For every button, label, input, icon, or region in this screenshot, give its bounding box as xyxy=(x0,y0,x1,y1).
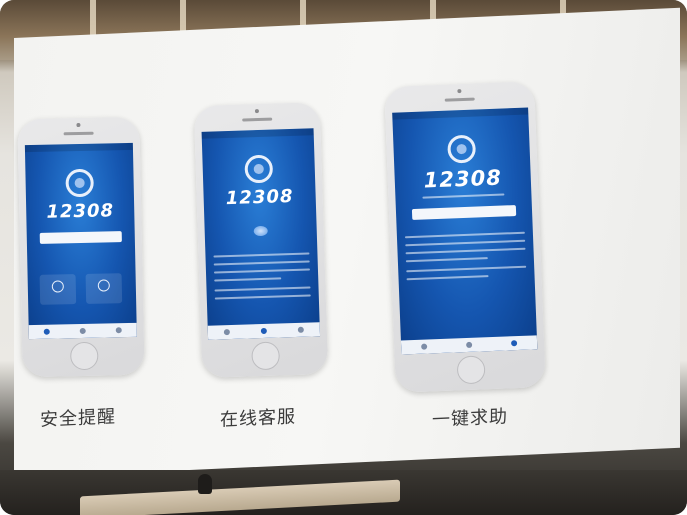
app-number: 12308 xyxy=(46,200,115,223)
phone-mockup-chat: 12308 xyxy=(193,102,329,378)
text-line xyxy=(214,294,311,300)
shield-icon xyxy=(51,280,64,293)
text-line xyxy=(214,286,311,292)
photo: 12308 12308 12308 安全提醒 在线客服 一键求助 xyxy=(0,0,687,515)
text-line xyxy=(405,247,526,255)
app-logo-icon xyxy=(447,134,477,164)
home-button xyxy=(251,341,281,371)
text-line xyxy=(213,260,310,266)
primary-button xyxy=(412,205,516,220)
text-line xyxy=(213,252,310,258)
home-button xyxy=(69,341,99,371)
phone-speaker xyxy=(63,131,94,136)
text-line xyxy=(405,257,488,263)
microphone-icon xyxy=(198,474,212,494)
chat-loading-icon xyxy=(253,225,268,237)
phone-speaker xyxy=(444,97,475,102)
phone-mockup-help: 12308 xyxy=(384,81,546,393)
text-line xyxy=(422,193,505,199)
tile-shield xyxy=(39,274,77,305)
tab-help-icon xyxy=(511,340,518,347)
primary-button xyxy=(39,231,122,244)
phone-camera xyxy=(457,89,462,94)
person-icon xyxy=(97,279,110,292)
phone-camera xyxy=(254,109,260,114)
tab-home-icon xyxy=(43,328,50,335)
tab-profile-icon xyxy=(115,327,122,334)
text-line xyxy=(213,268,310,274)
app-screen-chat: 12308 xyxy=(201,128,321,340)
app-screen-safety: 12308 xyxy=(24,142,137,340)
text-line xyxy=(405,239,526,247)
app-header xyxy=(25,150,133,164)
tab-home-icon xyxy=(223,329,230,336)
app-number: 12308 xyxy=(423,165,503,193)
tab-chat-icon xyxy=(466,341,473,349)
tab-home-icon xyxy=(420,343,427,350)
phone-camera xyxy=(76,122,81,128)
text-line xyxy=(406,265,527,273)
caption-chat: 在线客服 xyxy=(220,406,296,431)
phone-speaker xyxy=(242,117,273,122)
app-number: 12308 xyxy=(225,185,294,210)
caption-safety: 安全提醒 xyxy=(40,406,116,431)
text-line xyxy=(214,277,282,282)
phone-mockup-safety: 12308 xyxy=(17,116,145,378)
app-logo-icon xyxy=(65,168,94,198)
home-button xyxy=(456,355,486,385)
tab-bar xyxy=(28,322,137,340)
tab-profile-icon xyxy=(298,326,305,333)
tab-chat-icon xyxy=(79,327,86,335)
app-screen-help: 12308 xyxy=(392,107,538,355)
text-line xyxy=(404,231,525,239)
tab-chat-icon xyxy=(260,327,267,335)
tile-person xyxy=(85,273,123,304)
text-line xyxy=(406,275,489,281)
caption-help: 一键求助 xyxy=(432,406,508,431)
app-header xyxy=(202,135,314,151)
tab-bar xyxy=(207,322,321,340)
tab-bar xyxy=(400,335,538,355)
app-logo-icon xyxy=(244,154,274,184)
